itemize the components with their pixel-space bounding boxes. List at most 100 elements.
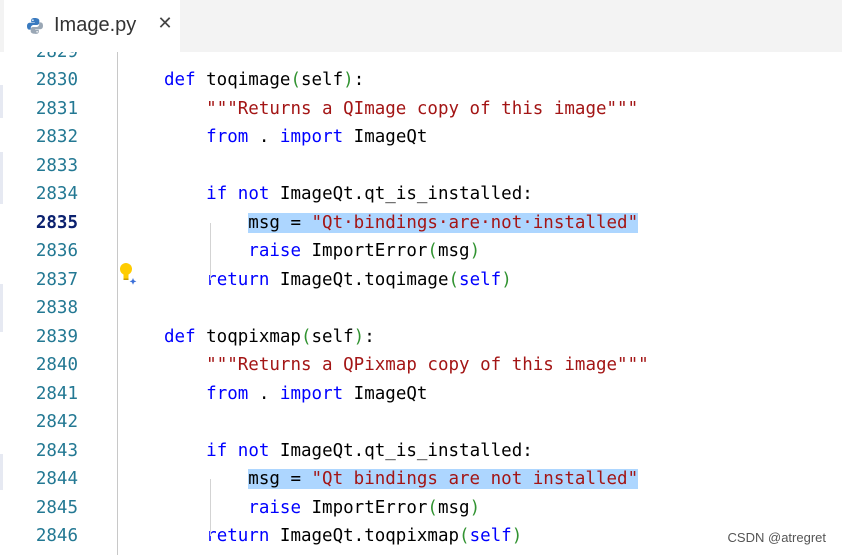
code-token: ImportError [300, 497, 428, 518]
tab-image-py[interactable]: Image.py ✕ [4, 0, 180, 52]
code-text: msg = "Qt·bindings·are·not·installed" [164, 209, 639, 238]
code-token: import [279, 127, 344, 147]
line-number: 2845 [35, 497, 78, 518]
lightbulb-sparkle-icon[interactable] [118, 262, 140, 286]
code-token: if [206, 440, 228, 461]
code-text: if not ImageQt.qt_is_installed: [164, 437, 533, 466]
code-line[interactable]: 2832 from . import ImageQt [0, 123, 842, 152]
code-line[interactable]: 2845 raise ImportError(msg) [0, 494, 842, 523]
code-text: def toqimage(self): [164, 66, 364, 95]
code-token: ImageQt [343, 383, 428, 404]
code-token: "Qt bindings are not installed" [311, 469, 639, 489]
tab-label: Image.py [54, 14, 137, 36]
code-token: not [237, 440, 270, 461]
code-token: ImageQt.qt_is_installed: [269, 184, 533, 204]
code-token: toqpixmap [195, 326, 301, 347]
code-token: ( [290, 70, 301, 90]
indent-guide [210, 479, 211, 536]
line-number: 2833 [35, 155, 78, 176]
code-line[interactable]: 2841 from . import ImageQt [0, 380, 842, 409]
code-line[interactable]: 2833 [0, 152, 842, 181]
code-line[interactable]: 2835 msg = "Qt·bindings·are·not·installe… [0, 209, 842, 238]
code-editor[interactable]: 2829 2830 def toqimage(self): 2831 """Retu… [0, 52, 842, 555]
code-token: not [237, 184, 270, 204]
line-number: 2838 [35, 298, 78, 318]
code-token: msg = [248, 469, 312, 489]
close-icon[interactable]: ✕ [154, 13, 176, 35]
code-token: return [206, 526, 270, 546]
code-token: return [206, 269, 270, 290]
code-token: ) [469, 241, 481, 261]
code-token: from [206, 383, 249, 404]
code-token: ImportError [300, 241, 428, 261]
code-line[interactable]: 2842 [0, 408, 842, 437]
line-number: 2834 [35, 184, 78, 204]
code-token: "Qt·bindings·are·not·installed" [311, 212, 639, 233]
line-number: 2843 [35, 440, 78, 461]
code-token: ) [501, 269, 512, 290]
code-line[interactable]: 2839 def toqpixmap(self): [0, 323, 842, 352]
code-token: ) [343, 70, 354, 90]
code-token: from [206, 127, 249, 147]
code-text: return ImageQt.toqpixmap(self) [164, 522, 522, 551]
code-text: raise ImportError(msg) [164, 237, 480, 266]
code-line[interactable]: 2840 """Returns a QPixmap copy of this i… [0, 351, 842, 380]
code-token: def [164, 70, 196, 90]
line-number: 2835 [35, 212, 78, 233]
code-token: ) [353, 326, 365, 347]
code-token: ImageQt.qt_is_installed: [269, 440, 533, 461]
code-line[interactable]: 2830 def toqimage(self): [0, 66, 842, 95]
line-number: 2842 [35, 412, 78, 432]
line-number: 2836 [35, 241, 78, 261]
indent-guide [210, 223, 211, 280]
code-token: ImageQt [343, 127, 428, 147]
code-token: ( [300, 326, 312, 347]
code-token: self [459, 269, 502, 290]
code-token: import [279, 383, 344, 404]
code-token: : [364, 326, 375, 347]
code-token: self [469, 526, 512, 546]
code-text: if not ImageQt.qt_is_installed: [164, 180, 533, 209]
code-line[interactable]: 2831 """Returns a QImage copy of this im… [0, 95, 842, 124]
line-number: 2839 [35, 326, 78, 347]
code-line[interactable]: 2834 if not ImageQt.qt_is_installed: [0, 180, 842, 209]
code-token: """Returns a QPixmap copy of this image"… [206, 355, 649, 375]
code-token: ImageQt.toqpixmap [269, 526, 460, 546]
line-number: 2832 [35, 127, 78, 147]
code-text: msg = "Qt bindings are not installed" [164, 465, 639, 494]
code-line[interactable]: 2846 return ImageQt.toqpixmap(self) [0, 522, 842, 551]
code-token: ImageQt.toqimage [269, 269, 449, 290]
code-text: from . import ImageQt [164, 380, 427, 409]
code-token: def [164, 326, 196, 347]
line-number: 2831 [35, 98, 78, 119]
code-text: return ImageQt.toqimage(self) [164, 266, 512, 295]
code-text: raise ImportError(msg) [164, 494, 480, 523]
line-number: 2837 [35, 269, 78, 290]
code-line[interactable]: 2843 if not ImageQt.qt_is_installed: [0, 437, 842, 466]
code-token: raise [248, 497, 301, 518]
code-token: raise [248, 241, 301, 261]
code-line[interactable]: 2838 [0, 294, 842, 323]
code-line[interactable]: 2844 msg = "Qt bindings are not installe… [0, 465, 842, 494]
tab-bar: Image.py ✕ [0, 0, 842, 52]
code-token: ( [459, 526, 470, 546]
line-number: 2829 [35, 52, 78, 62]
code-token: msg = [248, 212, 312, 233]
code-token: msg [437, 241, 470, 261]
code-token: ) [511, 526, 523, 546]
code-token: self [300, 70, 344, 90]
code-token: . [248, 127, 280, 147]
code-token: . [248, 383, 280, 404]
code-token: if [206, 184, 228, 204]
